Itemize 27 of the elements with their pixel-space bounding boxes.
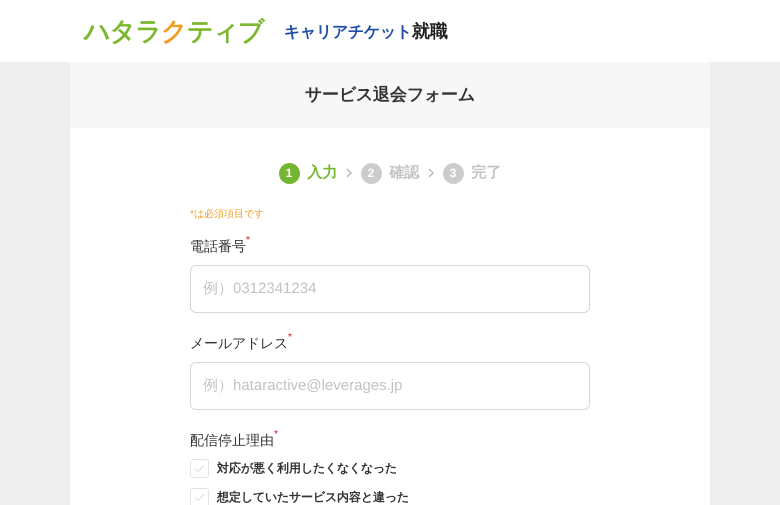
step-label: 入力 [308,163,338,183]
required-mark: * [246,236,250,246]
required-mark: * [274,430,278,440]
text-field[interactable]: 例）0312341234 [190,264,590,312]
form-title: サービス退会フォーム [305,84,475,106]
checkbox[interactable] [190,458,209,478]
logo-text[interactable]: ク [161,15,187,47]
brand-name: キャリアチケット [284,24,412,42]
chevron-icon [346,168,352,178]
required-note: *は必須項目です [190,208,265,222]
brand-suffix: 就職 [412,20,448,42]
step-label: 確認 [390,163,420,183]
checkbox-label: 対応が悪く利用したくなくなった [217,460,397,477]
logo-text[interactable]: ハタラ [84,15,162,47]
field-label: 配信停止理由 [190,430,274,450]
field-label: 電話番号 [190,236,246,256]
check-icon [194,464,205,472]
checkbox-label: 想定していたサービス内容と違った [217,489,409,505]
chevron-icon [428,168,434,178]
checkbox[interactable] [190,488,209,505]
logo-text[interactable]: ティブ [186,15,264,47]
required-mark: * [288,332,292,342]
text-field[interactable]: 例）hataractive@leverages.jp [190,362,590,410]
step-label: 完了 [472,163,502,183]
step-number: 1 [278,162,300,184]
check-icon [194,492,205,502]
field-label: メールアドレス [190,334,288,352]
